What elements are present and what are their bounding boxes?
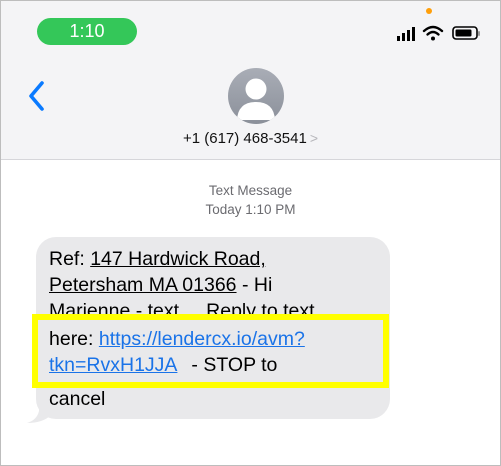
- message-timestamp: Today 1:10 PM: [205, 202, 296, 217]
- mic-indicator-dot: [426, 8, 432, 14]
- screenshot-frame: 1:10 +1 (617) 468-3541 > Text Message To…: [0, 0, 501, 466]
- wifi-icon: [422, 25, 444, 41]
- yellow-highlight-box: [32, 314, 389, 388]
- battery-icon: [452, 26, 480, 40]
- chevron-left-icon[interactable]: [25, 79, 49, 113]
- address-line-1[interactable]: 147 Hardwick Road,: [90, 248, 266, 270]
- message-type-label: Text Message: [208, 183, 293, 198]
- ref-prefix: Ref:: [49, 248, 91, 270]
- signal-icon: [397, 27, 415, 41]
- greeting-text: - Hi: [236, 274, 273, 296]
- message-text: Ref: 147 Hardwick Road, Petersham MA 013…: [49, 246, 384, 298]
- cancel-line: cancel: [49, 390, 349, 410]
- person-icon: [237, 78, 275, 120]
- contact-avatar[interactable]: [228, 68, 284, 124]
- chevron-right-icon: >: [309, 130, 319, 146]
- contact-number: +1 (617) 468-3541: [182, 130, 307, 147]
- status-time: 1:10: [37, 18, 137, 45]
- cancel-text: cancel: [49, 390, 106, 410]
- address-line-2[interactable]: Petersham MA 01366: [49, 274, 237, 296]
- status-icons: [397, 25, 480, 41]
- conversation-header: 1:10 +1 (617) 468-3541 >: [1, 1, 500, 160]
- contact-name[interactable]: +1 (617) 468-3541 >: [1, 130, 500, 147]
